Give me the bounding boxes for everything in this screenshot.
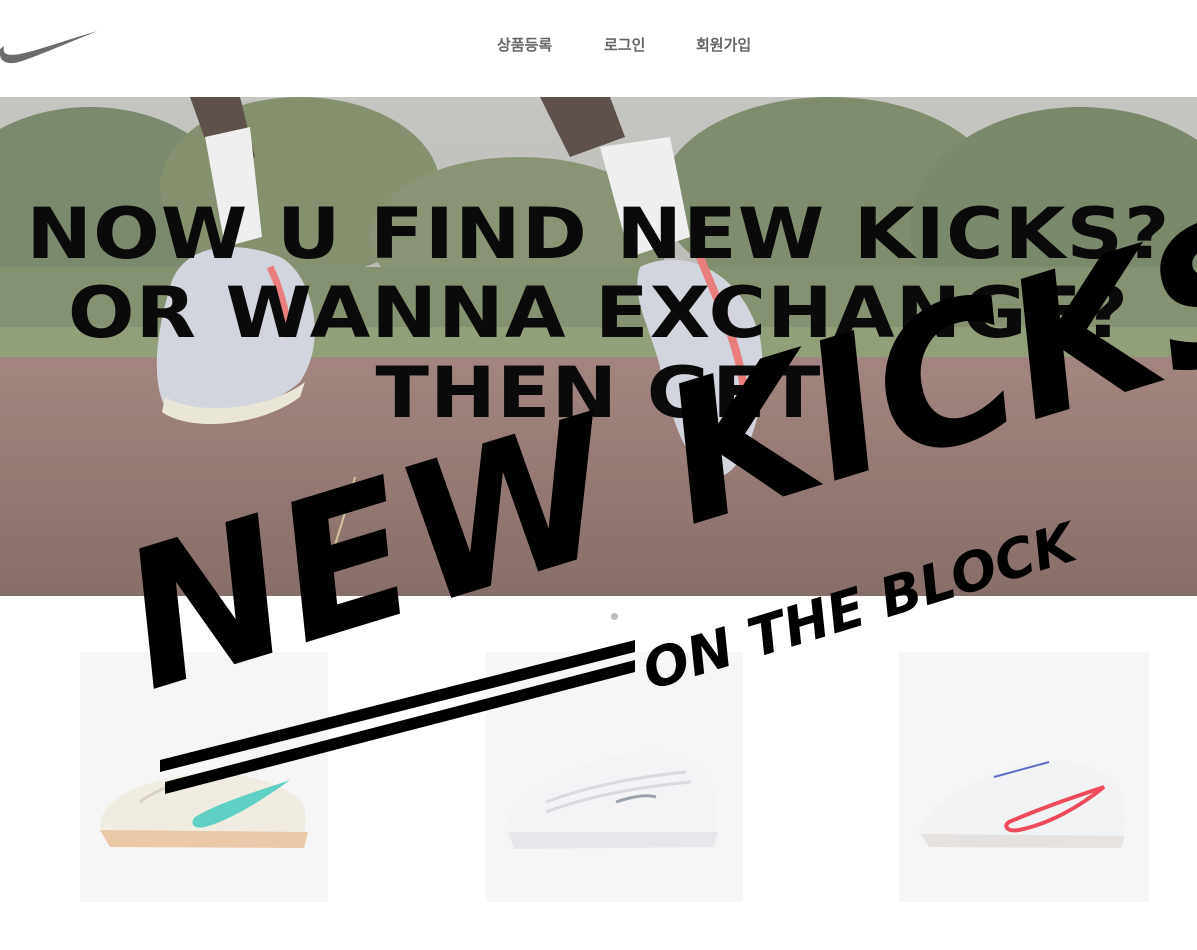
sneaker-white-air-max-icon bbox=[505, 751, 718, 849]
site-header: 상품등록 로그인 회원가입 bbox=[0, 0, 1197, 97]
sneaker-cream-teal-swoosh-icon bbox=[100, 773, 308, 848]
hero-headline-line-1: NOW U FIND NEW KICKS? bbox=[26, 193, 1171, 275]
product-card-1[interactable] bbox=[80, 652, 328, 902]
carousel-indicator-dot[interactable] bbox=[611, 613, 618, 620]
product-card-3[interactable] bbox=[899, 652, 1149, 902]
product-card-2[interactable] bbox=[486, 652, 743, 902]
hero-headline-line-2: OR WANNA EXCHANGE? bbox=[67, 272, 1130, 354]
main-nav: 상품등록 로그인 회원가입 bbox=[0, 34, 1197, 58]
sneaker-white-red-swoosh-icon bbox=[919, 760, 1127, 848]
nav-register-product[interactable]: 상품등록 bbox=[497, 34, 552, 55]
nav-login[interactable]: 로그인 bbox=[604, 34, 645, 55]
nav-signup[interactable]: 회원가입 bbox=[696, 34, 751, 55]
hero-headline-line-3: THEN GET bbox=[375, 352, 822, 434]
